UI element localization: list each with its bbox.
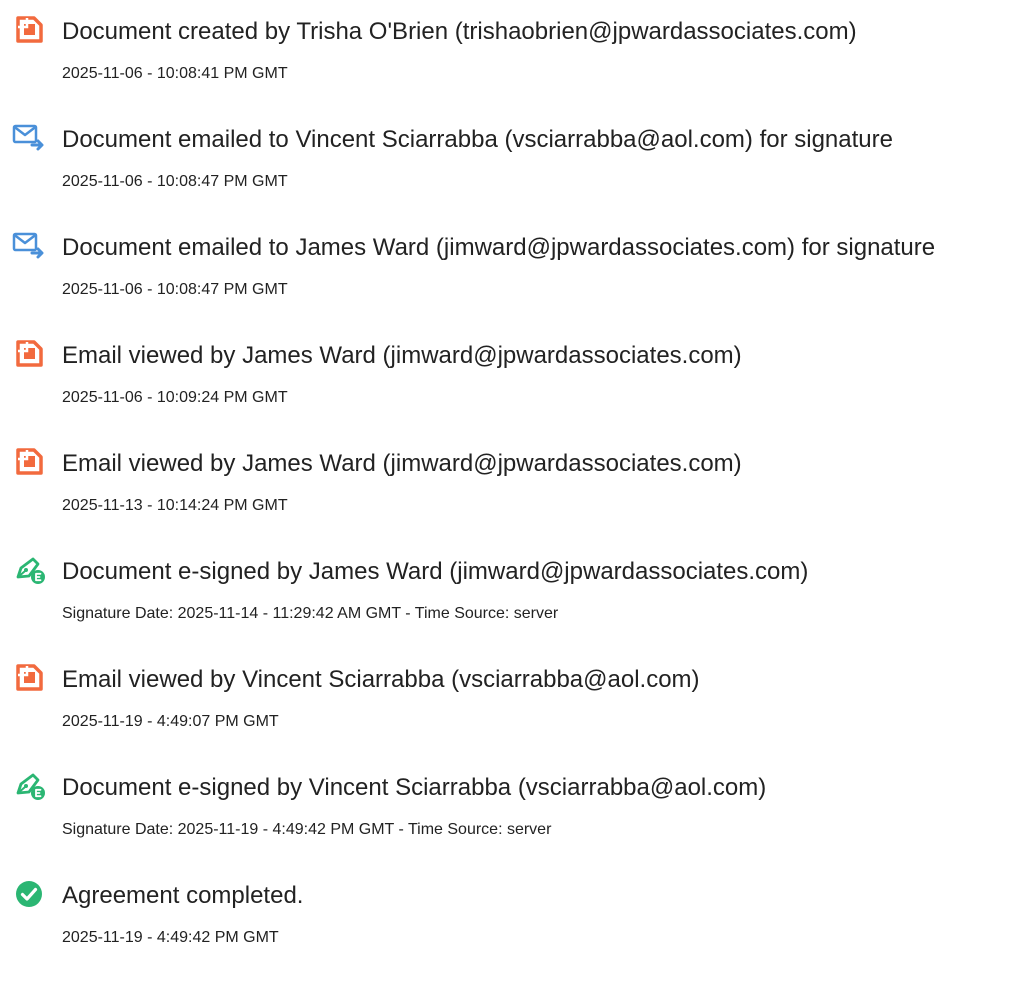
audit-event: Email viewed by Vincent Sciarrabba (vsci… <box>0 658 1033 748</box>
email-sent-icon <box>10 118 48 156</box>
audit-event: Document e-signed by Vincent Sciarrabba … <box>0 766 1033 856</box>
esign-pen-icon <box>10 550 48 588</box>
event-title: Document e-signed by Vincent Sciarrabba … <box>62 774 767 801</box>
document-icon <box>10 10 48 48</box>
event-title: Document created by Trisha O'Brien (tris… <box>62 18 857 45</box>
esign-pen-icon <box>10 766 48 804</box>
document-icon <box>10 442 48 480</box>
document-icon <box>10 658 48 696</box>
audit-event: Document emailed to James Ward (jimward@… <box>0 226 1033 316</box>
audit-trail-event-list: Document created by Trisha O'Brien (tris… <box>0 0 1033 996</box>
event-signature-date: Signature Date: 2025-11-14 - 11:29:42 AM… <box>62 605 559 622</box>
document-icon <box>10 334 48 372</box>
event-title: Email viewed by James Ward (jimward@jpwa… <box>62 342 742 369</box>
event-timestamp: 2025-11-19 - 4:49:42 PM GMT <box>62 929 279 946</box>
event-timestamp: 2025-11-06 - 10:09:24 PM GMT <box>62 389 288 406</box>
audit-event: Document created by Trisha O'Brien (tris… <box>0 10 1033 100</box>
event-title: Email viewed by James Ward (jimward@jpwa… <box>62 450 742 477</box>
event-timestamp: 2025-11-06 - 10:08:47 PM GMT <box>62 173 288 190</box>
audit-event: Agreement completed. 2025-11-19 - 4:49:4… <box>0 874 1033 964</box>
event-timestamp: 2025-11-06 - 10:08:47 PM GMT <box>62 281 288 298</box>
event-title: Document e-signed by James Ward (jimward… <box>62 558 809 585</box>
event-timestamp: 2025-11-13 - 10:14:24 PM GMT <box>62 497 288 514</box>
email-sent-icon <box>10 226 48 264</box>
event-title: Agreement completed. <box>62 882 304 909</box>
checkmark-circle-icon <box>10 874 48 912</box>
event-timestamp: 2025-11-19 - 4:49:07 PM GMT <box>62 713 279 730</box>
audit-event: Document e-signed by James Ward (jimward… <box>0 550 1033 640</box>
audit-event: Document emailed to Vincent Sciarrabba (… <box>0 118 1033 208</box>
event-title: Document emailed to James Ward (jimward@… <box>62 234 936 261</box>
event-timestamp: 2025-11-06 - 10:08:41 PM GMT <box>62 65 288 82</box>
event-signature-date: Signature Date: 2025-11-19 - 4:49:42 PM … <box>62 821 552 838</box>
event-title: Document emailed to Vincent Sciarrabba (… <box>62 126 893 153</box>
event-title: Email viewed by Vincent Sciarrabba (vsci… <box>62 666 700 693</box>
audit-event: Email viewed by James Ward (jimward@jpwa… <box>0 334 1033 424</box>
audit-event: Email viewed by James Ward (jimward@jpwa… <box>0 442 1033 532</box>
